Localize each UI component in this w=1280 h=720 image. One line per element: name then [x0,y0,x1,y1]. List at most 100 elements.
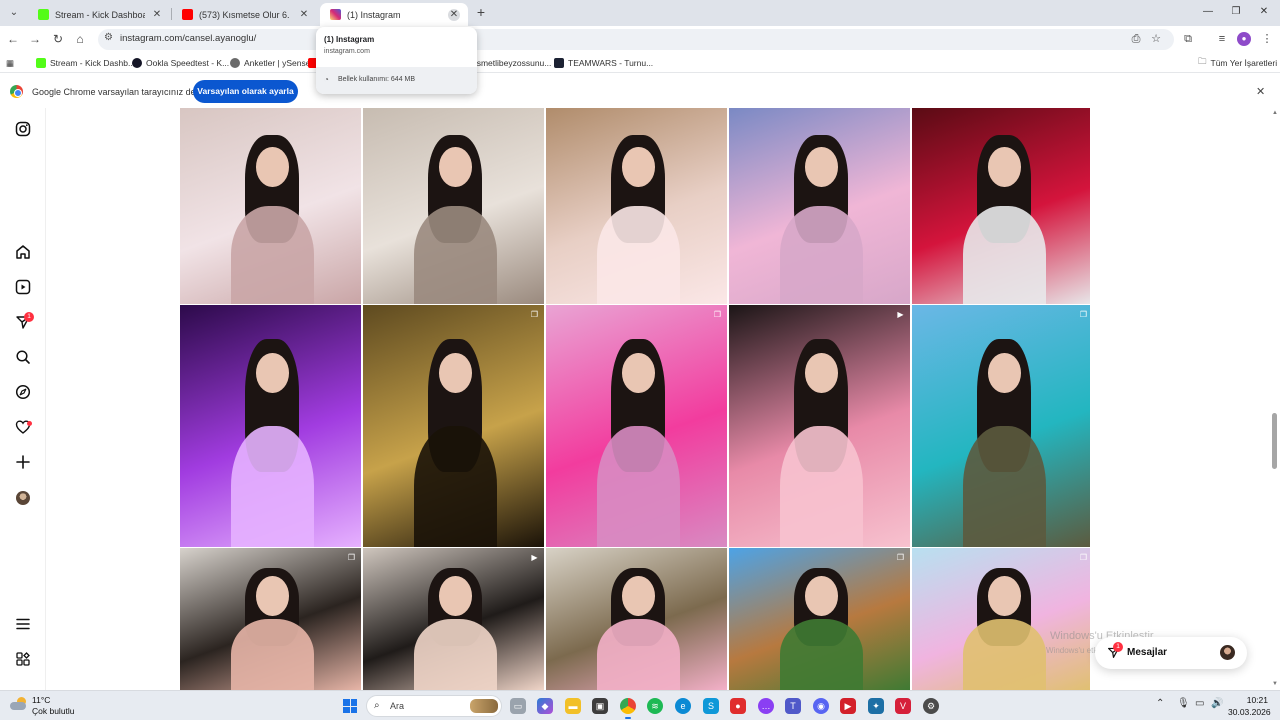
media-app-icon[interactable]: ▶ [840,698,856,714]
post-thumbnail[interactable] [180,305,361,547]
create-plus-icon[interactable] [14,454,32,472]
site-settings-icon[interactable]: ⚙ [104,32,113,43]
weather-temperature[interactable]: 11°C [32,695,50,705]
profile-avatar[interactable]: ● [1237,32,1251,46]
tab-search-button[interactable]: ⌄ [6,5,22,21]
home-icon[interactable] [14,244,32,262]
reels-icon[interactable] [14,279,32,297]
post-thumbnail[interactable]: ❐ [729,548,910,690]
carousel-indicator-icon: ❐ [530,310,539,319]
weather-description[interactable]: Çok bulutlu [32,706,75,716]
steam-icon[interactable]: ⚙ [923,698,939,714]
explore-compass-icon[interactable] [14,384,32,402]
search-icon[interactable] [14,349,32,367]
teams-icon[interactable]: T [785,698,801,714]
post-thumbnail[interactable] [546,108,727,304]
reload-icon[interactable]: ↻ [50,31,66,47]
back-arrow-icon[interactable]: ← [5,31,21,47]
bookmark-teamwars[interactable]: TEAMWARS - Turnu... [554,56,653,70]
url-text[interactable]: instagram.com/cansel.ayanoglu/ [120,33,256,44]
network-app-icon[interactable]: ✦ [868,698,884,714]
scroll-up-arrow-icon[interactable]: ▲ [1272,110,1278,116]
profile-post-grid: ❐ ❐ ▶ ❐ ❐ ▶ ❐ ❐ [180,108,1090,690]
post-thumbnail[interactable] [363,108,544,304]
bookmark-star-icon[interactable]: ☆ [1148,31,1164,47]
valorant-icon[interactable]: V [895,698,911,714]
address-bar[interactable]: ⚙ instagram.com/cansel.ayanoglu/ [98,29,1174,50]
page-scrollbar-thumb[interactable] [1272,413,1277,469]
windows-start-icon[interactable] [343,699,357,713]
photo-subject-face [439,576,472,617]
apps-grid-icon[interactable]: ▦ [6,56,14,70]
restore-button[interactable]: ❐ [1222,3,1250,21]
more-menu-icon[interactable] [14,616,32,634]
memory-usage-label: Bellek kullanımı: 644 MB [338,76,416,83]
task-view-icon[interactable]: ▭ [510,698,526,714]
volume-icon[interactable]: 🔊 [1211,698,1223,709]
photo-subject-face [439,353,472,394]
media-control-icon[interactable]: ≡ [1214,31,1230,47]
chrome-icon[interactable] [620,698,636,719]
post-thumbnail[interactable] [546,548,727,690]
edge-icon[interactable]: e [675,698,691,714]
bookmark-label: Stream - Kick Dashb... [50,58,136,68]
taskbar-search-box[interactable]: ⌕ Ara [366,695,502,717]
display-icon[interactable]: ▭ [1195,698,1204,709]
bookmark-kick[interactable]: Stream - Kick Dashb... [36,56,135,70]
memory-icon: ◔ [324,75,329,84]
photo-subject-body [413,206,497,304]
minimize-button[interactable]: — [1194,3,1222,21]
instagram-logo-icon[interactable] [14,121,32,139]
taskbar-clock[interactable]: 10:21 30.03.2026 [1228,695,1271,717]
scroll-down-arrow-icon[interactable]: ▼ [1272,681,1278,687]
close-tab-icon[interactable]: ✕ [448,8,460,21]
close-tab-icon[interactable]: ✕ [151,9,163,21]
skype-icon[interactable]: S [703,698,719,714]
bookmark-ysense[interactable]: Anketler | ySense [230,56,310,70]
tab-kick[interactable]: Stream - Kick Dashboard ✕ [28,3,171,26]
tab-instagram[interactable]: (1) Instagram ✕ [320,3,468,26]
messages-button[interactable]: 1 Mesajlar [1095,637,1247,669]
discord-icon[interactable]: ◉ [813,698,829,714]
post-thumbnail[interactable] [729,108,910,304]
home-icon[interactable]: ⌂ [72,31,88,47]
new-tab-button[interactable]: + [473,4,489,20]
set-default-button[interactable]: Varsayılan olarak ayarla [193,80,298,103]
chat-bubble-icon[interactable]: … [758,698,774,714]
forward-arrow-icon[interactable]: → [27,31,43,47]
bookmark-asmetli[interactable]: asmetlibeyzossunu... [472,56,551,70]
recorder-icon[interactable]: ● [730,698,746,714]
post-thumbnail[interactable]: ❐ [180,548,361,690]
photo-subject-body [413,619,497,690]
post-thumbnail[interactable]: ▶ [729,305,910,547]
all-bookmarks[interactable]: 🗀 Tüm Yer İşaretleri [1198,56,1277,70]
copilot-icon[interactable]: ◆ [537,698,553,714]
file-explorer-icon[interactable]: ▬ [565,698,581,714]
profile-avatar[interactable] [16,491,30,505]
tab-youtube[interactable]: (573) Kısmetse Olur 6. Hafta 26 ✕ [172,3,318,26]
search-icon: ⌕ [374,700,380,711]
post-thumbnail[interactable]: ▶ [363,548,544,690]
browser-toolbar: ← → ↻ ⌂ ⚙ instagram.com/cansel.ayanoglu/… [0,26,1280,53]
post-thumbnail[interactable]: ❐ [912,548,1090,690]
install-app-icon[interactable]: ⎙ [1128,31,1144,47]
also-from-meta-icon[interactable] [14,651,32,669]
microsoft-store-icon[interactable]: ▣ [592,698,608,714]
post-thumbnail[interactable]: ❐ [912,305,1090,547]
post-thumbnail[interactable] [912,108,1090,304]
weather-cloudy-icon[interactable] [10,697,28,711]
spotify-icon[interactable]: ≋ [647,698,663,714]
post-thumbnail[interactable] [180,108,361,304]
close-tab-icon[interactable]: ✕ [298,9,310,21]
post-thumbnail[interactable]: ❐ [363,305,544,547]
close-icon[interactable]: ✕ [1256,85,1265,98]
post-thumbnail[interactable]: ❐ [546,305,727,547]
microphone-icon[interactable]: 🎙 [1177,698,1190,709]
tray-overflow-chevron-icon[interactable]: ⌃ [1156,698,1164,709]
menu-kebab-icon[interactable]: ⋮ [1259,31,1275,47]
photo-subject-face [805,353,838,394]
bookmark-ookla[interactable]: Ookla Speedtest - K... [132,56,229,70]
carousel-indicator-icon: ❐ [1079,553,1088,562]
close-window-button[interactable]: ✕ [1250,3,1278,21]
extensions-icon[interactable]: ⧉ [1180,31,1196,47]
